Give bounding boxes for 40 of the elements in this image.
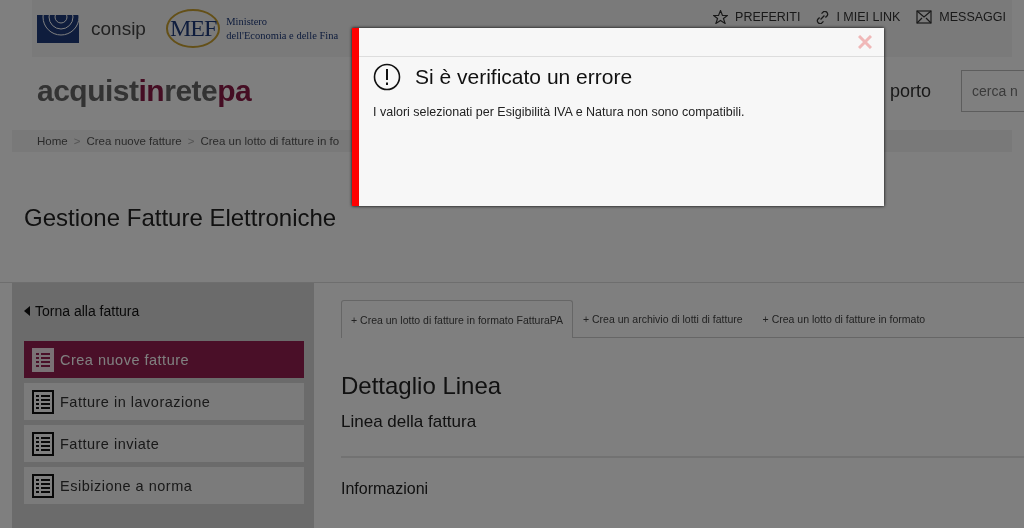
mail-icon	[916, 10, 933, 24]
list-icon	[32, 431, 54, 456]
sidebar-item[interactable]: Crea nuove fatture	[24, 341, 304, 378]
ministry-name: dell'Economia e delle Fina	[226, 28, 339, 43]
page-title: Gestione Fatture Elettroniche	[24, 204, 338, 232]
header-link[interactable]: I MIEI LINK	[816, 10, 901, 24]
tab[interactable]: + Crea un archivio di lotti di fatture	[572, 300, 753, 337]
star-icon	[713, 10, 729, 24]
back-link[interactable]: Torna alla fattura	[35, 303, 140, 319]
breadcrumb-link[interactable]: Home	[37, 135, 68, 147]
list-icon	[32, 347, 54, 372]
tab[interactable]: + Crea un lotto di fatture in formato	[752, 300, 936, 337]
list-icon	[32, 389, 54, 414]
search-field[interactable]: cerca n	[961, 70, 1024, 112]
link-icon	[816, 10, 830, 24]
consip-logo-icon	[37, 14, 79, 43]
caret-icon	[24, 306, 30, 316]
section-heading: Informazioni	[341, 480, 430, 498]
sidebar-item[interactable]: Fatture in lavorazione	[24, 383, 304, 420]
breadcrumb-link[interactable]: Crea nuove fatture	[86, 135, 182, 147]
dialog-title: Si è verificato un errore	[415, 65, 633, 89]
tab[interactable]: + Crea un lotto di fatture in formato FatturaPA	[341, 300, 573, 338]
menu-item[interactable]: porto	[889, 80, 931, 102]
mef-logo: MEF	[165, 9, 221, 48]
subtitle: Linea della fattura	[341, 412, 478, 432]
site-logo[interactable]: acquistinretepa	[37, 74, 252, 108]
section-title: Dettaglio Linea	[341, 372, 503, 400]
ministry-name: Ministero	[226, 14, 269, 29]
close-icon[interactable]	[858, 35, 872, 49]
header-link[interactable]: PREFERITI	[713, 10, 801, 24]
separator-icon: >	[187, 135, 195, 147]
breadcrumb-link[interactable]: Crea un lotto di fatture in fo	[200, 135, 340, 147]
sidebar-item[interactable]: Fatture inviate	[24, 425, 304, 462]
error-message: I valori selezionati per Esigibilità IVA e Natura non sono compatibili.	[373, 105, 746, 119]
sidebar-item[interactable]: Esibizione a norma	[24, 467, 304, 504]
separator-icon: >	[73, 135, 81, 147]
consip-logo: consip	[91, 17, 146, 40]
header-link[interactable]: MESSAGGI	[916, 10, 1006, 24]
warning-icon	[373, 63, 401, 91]
list-icon	[32, 473, 54, 498]
